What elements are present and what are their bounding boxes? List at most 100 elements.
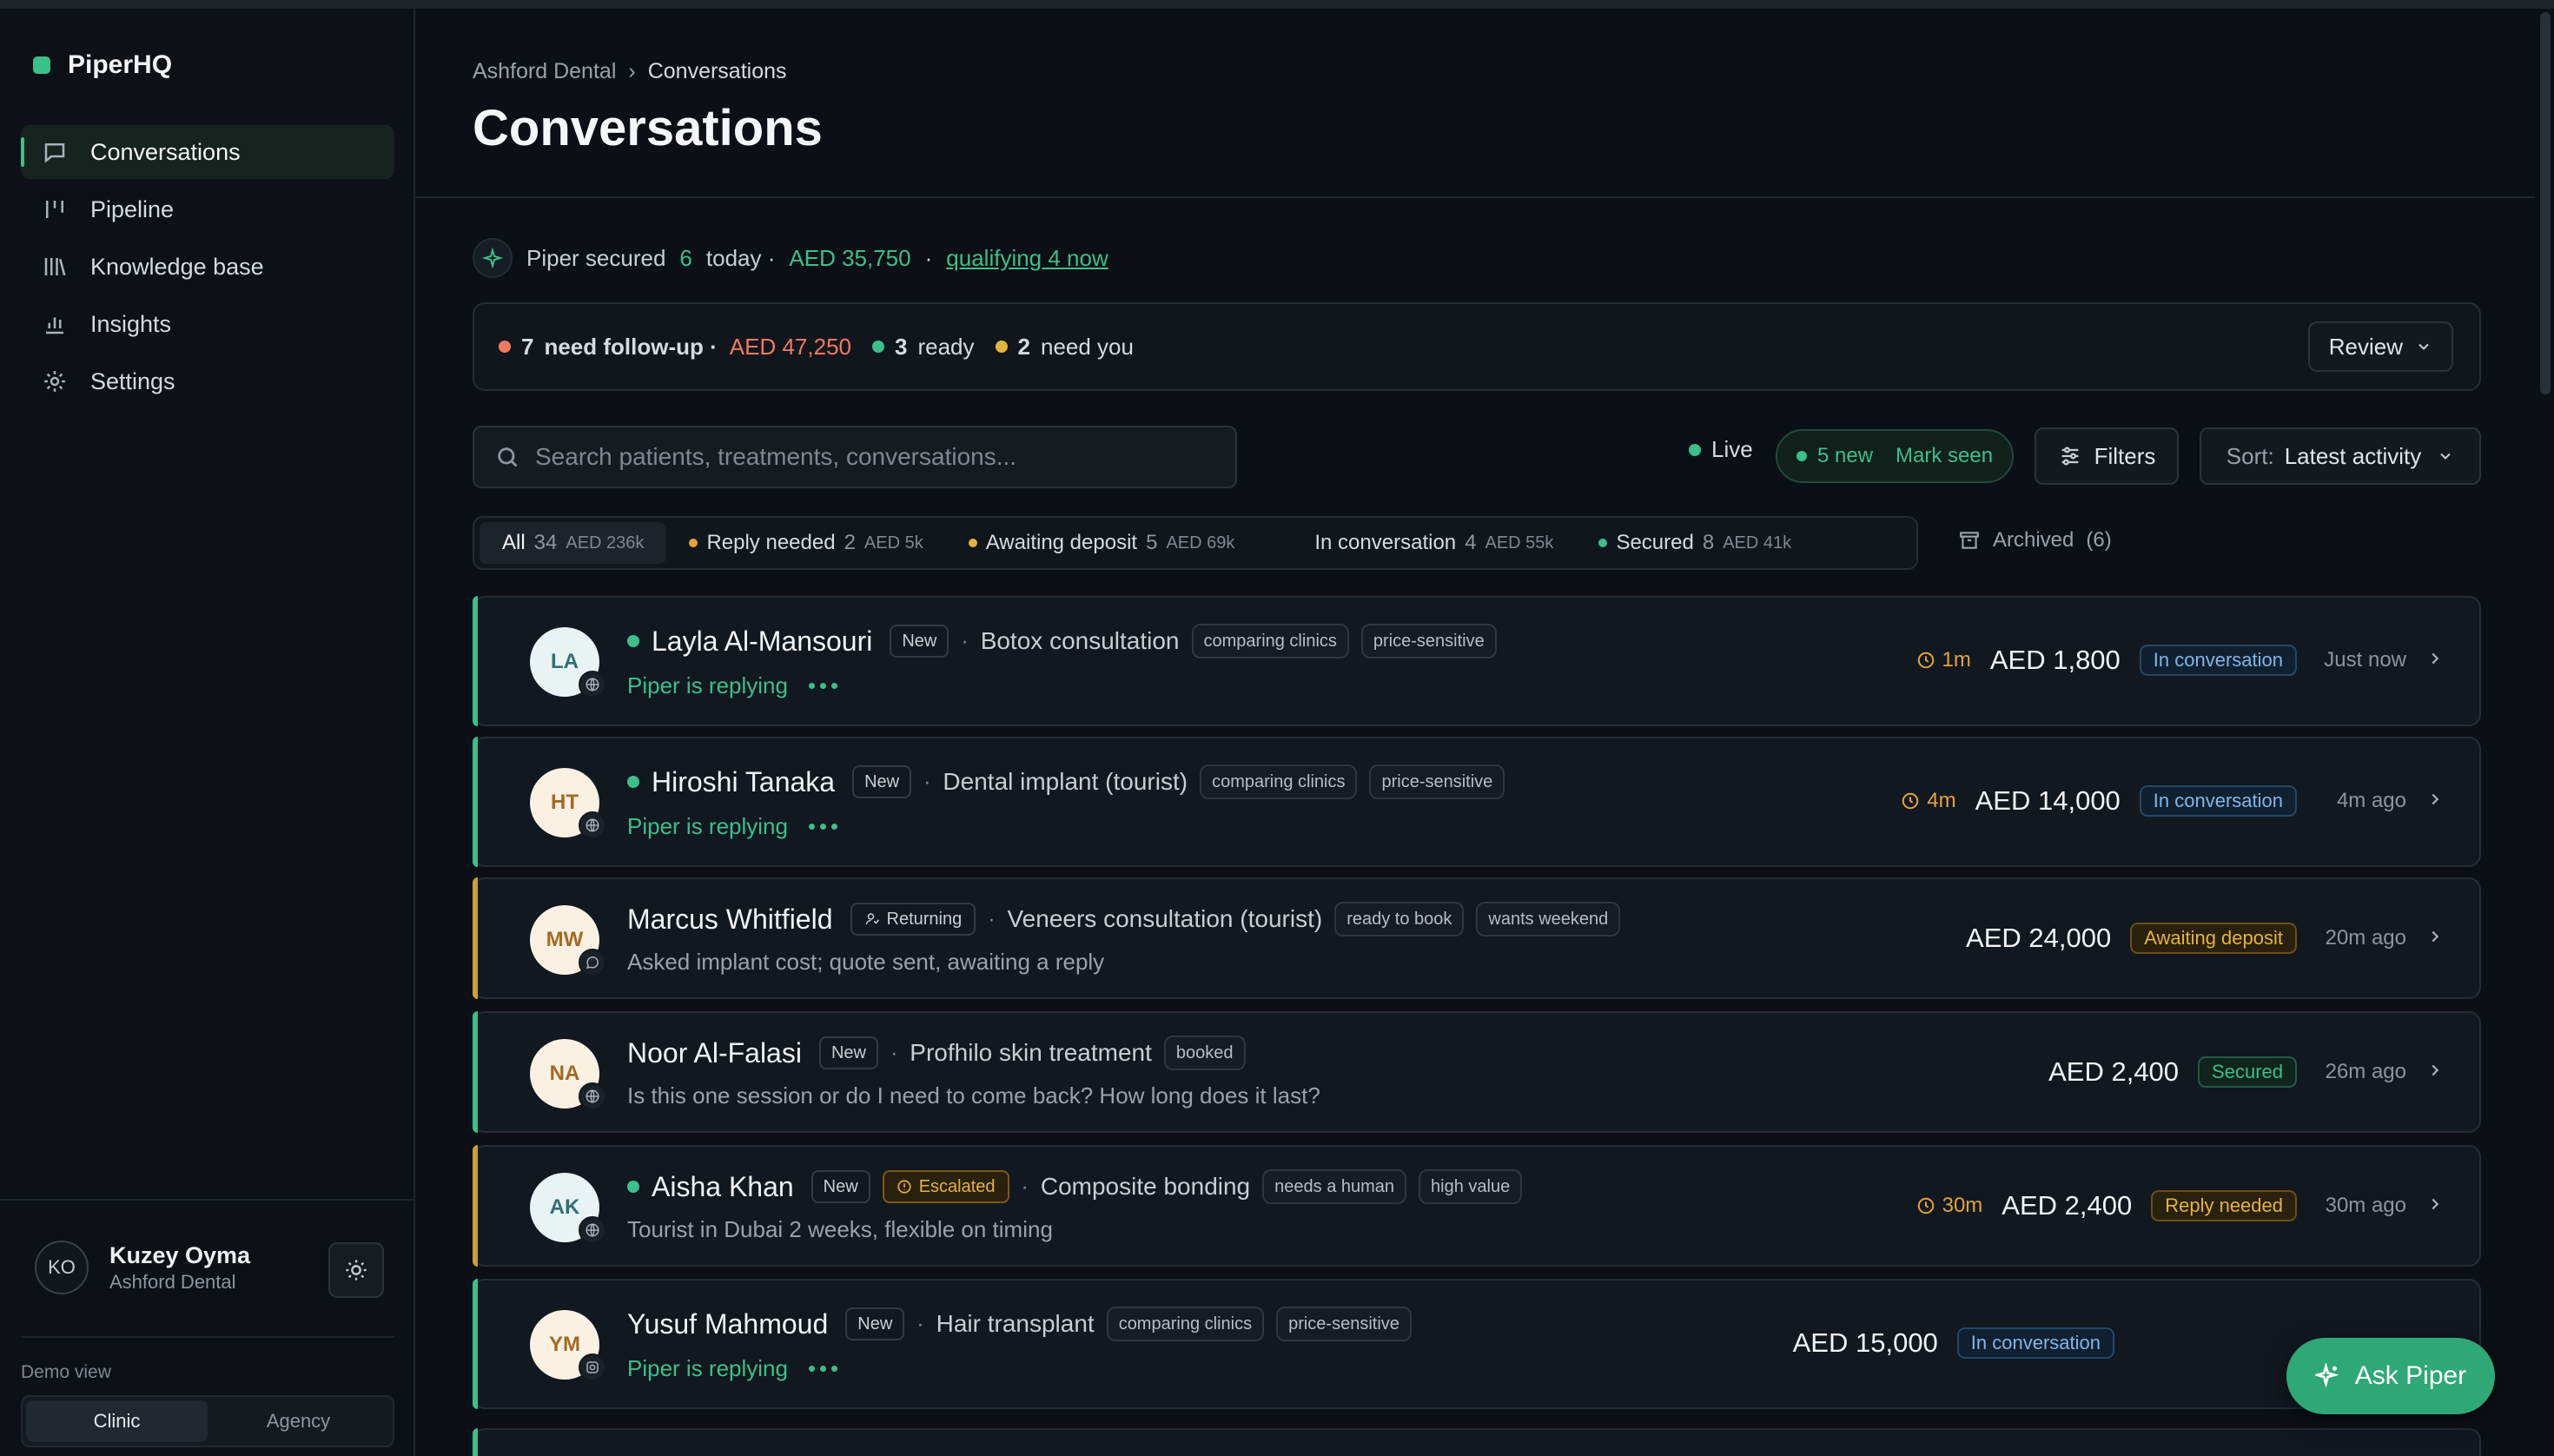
mark-seen-button[interactable]: Mark seen bbox=[1896, 444, 1993, 468]
treatment: Hair transplant bbox=[936, 1310, 1095, 1337]
instagram-icon bbox=[579, 1353, 606, 1381]
status-badge: Awaiting deposit bbox=[2130, 923, 2297, 954]
tag: high value bbox=[1419, 1169, 1523, 1204]
chevron-right-icon[interactable] bbox=[2425, 1195, 2445, 1218]
ready-dot bbox=[872, 341, 884, 353]
tab-label: All bbox=[502, 531, 526, 554]
piper-summary: Piper secured 6 today · AED 35,750 · qua… bbox=[473, 238, 1108, 278]
chevron-down-icon bbox=[2418, 343, 2429, 350]
tab-secured[interactable]: Secured 8 AED 41k bbox=[1576, 522, 1814, 564]
globe-icon bbox=[579, 1216, 606, 1244]
preview-text: Is this one session or do I need to come… bbox=[627, 1082, 1320, 1109]
preview-text: Tourist in Dubai 2 weeks, flexible on ti… bbox=[627, 1216, 1053, 1242]
filters-label: Filters bbox=[2094, 442, 2156, 469]
globe-icon bbox=[579, 1082, 606, 1110]
tag: comparing clinics bbox=[1200, 764, 1358, 799]
new-badge: New bbox=[811, 1170, 870, 1203]
row-accent-bar bbox=[473, 737, 478, 867]
preview-text: Asked implant cost; quote sent, awaiting… bbox=[627, 949, 1105, 975]
sort-dropdown[interactable]: Sort: Latest activity bbox=[2200, 427, 2481, 485]
conversation-row[interactable]: HT Hiroshi Tanaka New · Dental implant (… bbox=[473, 737, 2481, 867]
patient-name: Yusuf Mahmoud bbox=[627, 1307, 829, 1340]
row-preview: Asked implant cost; quote sent, awaiting… bbox=[627, 949, 1104, 976]
last-activity: 26m ago bbox=[2325, 1060, 2406, 1083]
filters-button[interactable]: Filters bbox=[2035, 427, 2179, 485]
online-dot bbox=[627, 635, 639, 647]
tag: ready to book bbox=[1334, 902, 1465, 936]
treatment: Veneers consultation (tourist) bbox=[1007, 905, 1323, 932]
sidebar-item-insights[interactable]: Insights bbox=[21, 297, 394, 351]
tab-in-conversation[interactable]: In conversation 4 AED 55k bbox=[1292, 522, 1576, 564]
search-icon bbox=[498, 447, 518, 467]
chevron-right-icon[interactable] bbox=[2425, 649, 2445, 672]
conversation-row[interactable]: MW Marcus Whitfield Returning · Veneers … bbox=[473, 877, 2481, 999]
archived-button[interactable]: Archived (6) bbox=[1958, 528, 2112, 553]
demo-option-clinic[interactable]: Clinic bbox=[26, 1400, 208, 1442]
sidebar-item-settings[interactable]: Settings bbox=[21, 354, 394, 408]
conversation-row[interactable]: LA Layla Al-Mansouri New · Botox consult… bbox=[473, 596, 2481, 726]
tab-all[interactable]: All 34 AED 236k bbox=[480, 522, 667, 564]
sidebar-item-conversations[interactable]: Conversations bbox=[21, 125, 394, 179]
row-accent-bar bbox=[473, 1428, 478, 1456]
sliders-icon bbox=[2061, 447, 2078, 466]
row-preview: Is this one session or do I need to come… bbox=[627, 1082, 1320, 1109]
chevron-down-icon bbox=[2440, 453, 2451, 460]
tab-reply-needed[interactable]: Reply needed 2 AED 5k bbox=[666, 522, 945, 564]
needyou-dot bbox=[995, 341, 1008, 353]
review-button[interactable]: Review bbox=[2307, 321, 2453, 372]
archived-label: Archived bbox=[1993, 528, 2074, 552]
chevron-right-icon[interactable] bbox=[2425, 790, 2445, 813]
brand-name: PiperHQ bbox=[68, 50, 173, 79]
ready-label: ready bbox=[917, 333, 975, 360]
row-accent-bar bbox=[473, 877, 478, 999]
chevron-right-icon[interactable] bbox=[2425, 927, 2445, 950]
scrollbar-thumb[interactable] bbox=[2540, 12, 2551, 394]
theme-toggle-button[interactable] bbox=[328, 1242, 384, 1298]
conversation-row[interactable]: YM Yusuf Mahmoud New · Hair transplant c… bbox=[473, 1279, 2481, 1409]
row-accent-bar bbox=[473, 1011, 478, 1133]
qualifying-link[interactable]: qualifying 4 now bbox=[946, 245, 1108, 272]
live-label: Live bbox=[1711, 436, 1753, 462]
tab-dot bbox=[1598, 539, 1608, 547]
row-preview: Piper is replying bbox=[627, 813, 837, 840]
escalated-badge: Escalated bbox=[882, 1170, 1009, 1203]
tag: price-sensitive bbox=[1369, 764, 1505, 799]
chevron-right-icon[interactable] bbox=[2425, 1061, 2445, 1084]
tab-awaiting-deposit[interactable]: Awaiting deposit 5 AED 69k bbox=[946, 522, 1258, 564]
sparkle-icon bbox=[2314, 1363, 2339, 1388]
gear-icon bbox=[42, 368, 68, 394]
ready-count: 3 bbox=[895, 333, 908, 360]
clock-icon bbox=[1917, 652, 1934, 669]
demo-option-agency[interactable]: Agency bbox=[208, 1400, 389, 1442]
breadcrumb-clinic[interactable]: Ashford Dental bbox=[473, 59, 616, 84]
conversation-row[interactable]: AK Aisha Khan New Escalated · Composite … bbox=[473, 1145, 2481, 1267]
conversation-row[interactable] bbox=[473, 1428, 2481, 1456]
user-profile[interactable]: KO Kuzey Oyma Ashford Dental bbox=[35, 1241, 250, 1294]
conversation-row[interactable]: NA Noor Al-Falasi New · Profhilo skin tr… bbox=[473, 1011, 2481, 1133]
ask-piper-button[interactable]: Ask Piper bbox=[2286, 1338, 2495, 1414]
row-meta: AED 2,400 Secured 26m ago bbox=[2048, 1056, 2445, 1088]
user-return-icon bbox=[865, 913, 879, 925]
separator: · bbox=[961, 628, 969, 653]
search-input[interactable] bbox=[535, 443, 1235, 471]
bar-chart-icon bbox=[42, 311, 68, 337]
review-label: Review bbox=[2328, 333, 2403, 360]
brand[interactable]: PiperHQ bbox=[33, 50, 172, 80]
tag: booked bbox=[1163, 1036, 1246, 1070]
tab-count: 34 bbox=[533, 531, 558, 554]
deal-amount: AED 14,000 bbox=[1975, 785, 2121, 816]
sidebar-item-pipeline[interactable]: Pipeline bbox=[21, 182, 394, 236]
sidebar-item-label: Insights bbox=[90, 310, 172, 337]
new-dot bbox=[1796, 451, 1807, 461]
tag: comparing clinics bbox=[1106, 1307, 1265, 1341]
patient-name: Marcus Whitfield bbox=[627, 903, 833, 935]
tab-amount: AED 55k bbox=[1485, 533, 1554, 553]
clock-icon bbox=[1902, 792, 1919, 810]
new-messages-pill[interactable]: 5 new Mark seen bbox=[1776, 429, 2015, 483]
sidebar-item-knowledge-base[interactable]: Knowledge base bbox=[21, 240, 394, 294]
tag: wants weekend bbox=[1476, 902, 1621, 936]
preview-text: Piper is replying bbox=[627, 813, 788, 839]
followup-dot bbox=[499, 341, 511, 353]
summary-prefix: Piper secured bbox=[526, 244, 666, 271]
divider bbox=[21, 1336, 394, 1338]
